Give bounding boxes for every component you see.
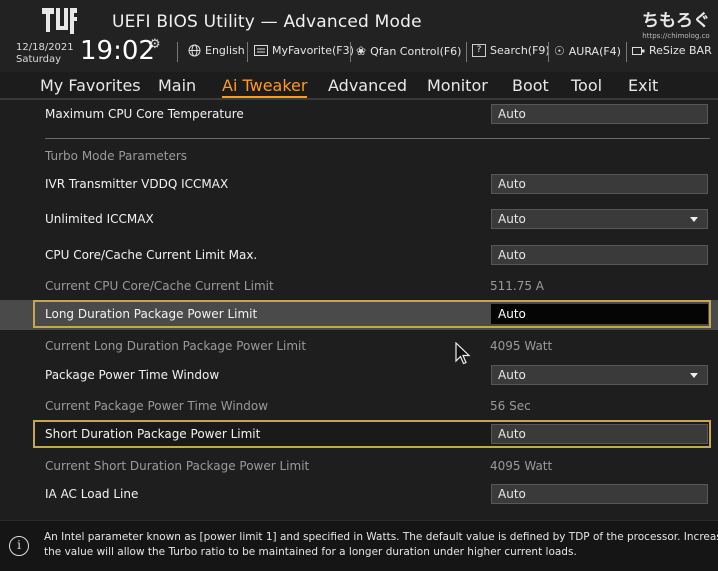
header-bar: UEFI BIOS Utility — Advanced Mode ちもろぐ h… <box>0 0 718 72</box>
tab-exit[interactable]: Exit <box>628 76 658 95</box>
dropdown-value: Auto <box>498 368 526 382</box>
tab-monitor[interactable]: Monitor <box>427 76 488 95</box>
watermark-text: ちもろぐ <box>642 11 710 31</box>
globe-icon <box>188 44 201 57</box>
resize-bar-label: ReSize BAR <box>649 44 712 57</box>
tab-main[interactable]: Main <box>158 76 196 95</box>
clock-settings-icon[interactable]: ⚙ <box>149 37 161 52</box>
setting-label: CPU Core/Cache Current Limit Max. <box>45 248 258 262</box>
readonly-value: 56 Sec <box>490 399 531 413</box>
readonly-value: 4095 Watt <box>490 459 553 473</box>
setting-label: Current Short Duration Package Power Lim… <box>45 459 310 473</box>
help-text-line: An Intel parameter known as [power limit… <box>44 531 718 543</box>
favorite-icon <box>254 45 268 56</box>
core-cache-limit-field[interactable]: Auto <box>491 245 708 265</box>
header-separator <box>466 42 467 62</box>
chevron-down-icon <box>690 217 698 222</box>
setting-ia-ac-load-line[interactable]: IA AC Load Line Auto <box>0 480 718 510</box>
setting-label: Package Power Time Window <box>45 368 220 382</box>
info-icon: i <box>9 536 29 556</box>
help-info-bar: i An Intel parameter known as [power lim… <box>0 520 718 571</box>
watermark: ちもろぐ https://chimolog.co <box>642 6 710 40</box>
help-text-line: the value will allow the Turbo ratio to … <box>44 546 577 558</box>
myfavorite-label: MyFavorite(F3) <box>272 44 354 57</box>
section-divider <box>45 138 710 139</box>
setting-label: IA AC Load Line <box>45 487 139 501</box>
search-icon: ? <box>472 44 486 57</box>
setting-max-cpu-core-temp[interactable]: Maximum CPU Core Temperature Auto <box>0 100 718 130</box>
setting-label: Long Duration Package Power Limit <box>45 307 258 321</box>
setting-label: IVR Transmitter VDDQ ICCMAX <box>45 177 229 191</box>
dropdown-value: Auto <box>498 212 526 226</box>
setting-label: Unlimited ICCMAX <box>45 212 154 226</box>
setting-long-duration-power-limit[interactable]: Long Duration Package Power Limit Auto <box>0 300 718 330</box>
info-current-time-window: Current Package Power Time Window 56 Sec <box>0 392 718 422</box>
tuf-logo-icon <box>42 8 77 34</box>
setting-label: Maximum CPU Core Temperature <box>45 107 244 121</box>
info-current-short-duration: Current Short Duration Package Power Lim… <box>0 452 718 482</box>
header-separator <box>247 42 248 62</box>
info-current-core-cache: Current CPU Core/Cache Current Limit 511… <box>0 272 718 302</box>
clock-time: 19:02 <box>80 36 155 66</box>
setting-ivr-vddq-iccmax[interactable]: IVR Transmitter VDDQ ICCMAX Auto <box>0 170 718 200</box>
tab-ai-tweaker[interactable]: Ai Tweaker <box>222 76 308 98</box>
aura-icon: ☉ <box>554 44 565 58</box>
ia-ac-load-field[interactable]: Auto <box>491 484 708 504</box>
date-display: 12/18/2021 Saturday <box>16 42 74 66</box>
qfan-control-button[interactable]: ❀ Qfan Control(F6) <box>356 44 461 58</box>
resize-bar-icon <box>632 46 645 55</box>
setting-unlimited-iccmax[interactable]: Unlimited ICCMAX Auto <box>0 205 718 235</box>
section-title: Turbo Mode Parameters <box>45 149 188 163</box>
setting-short-duration-power-limit[interactable]: Short Duration Package Power Limit Auto <box>0 420 718 450</box>
fan-icon: ❀ <box>356 44 367 58</box>
app-title: UEFI BIOS Utility — Advanced Mode <box>112 12 422 32</box>
date-text: 12/18/2021 <box>16 42 74 53</box>
language-button[interactable]: English <box>188 44 245 57</box>
aura-label: AURA(F4) <box>568 44 621 58</box>
setting-label: Current Package Power Time Window <box>45 399 269 413</box>
resize-bar-button[interactable]: ReSize BAR <box>632 44 712 57</box>
tab-my-favorites[interactable]: My Favorites <box>40 76 141 95</box>
short-duration-field[interactable]: Auto <box>491 424 708 444</box>
search-label: Search(F9) <box>490 44 550 57</box>
max-core-temp-field[interactable]: Auto <box>491 104 708 124</box>
setting-core-cache-limit[interactable]: CPU Core/Cache Current Limit Max. Auto <box>0 241 718 271</box>
header-separator <box>350 42 351 62</box>
header-separator <box>177 42 178 62</box>
readonly-value: 511.75 A <box>490 279 545 293</box>
info-current-long-duration: Current Long Duration Package Power Limi… <box>0 332 718 362</box>
myfavorite-button[interactable]: MyFavorite(F3) <box>254 44 354 57</box>
watermark-url: https://chimolog.co <box>642 32 710 40</box>
language-label: English <box>205 44 245 57</box>
settings-panel: Maximum CPU Core Temperature Auto Turbo … <box>0 100 718 520</box>
aura-button[interactable]: ☉ AURA(F4) <box>554 44 621 58</box>
tab-boot[interactable]: Boot <box>512 76 549 95</box>
readonly-value: 4095 Watt <box>490 339 553 353</box>
unlimited-iccmax-dropdown[interactable]: Auto <box>491 209 708 229</box>
header-separator <box>548 42 549 62</box>
long-duration-field[interactable]: Auto <box>491 304 708 324</box>
chevron-down-icon <box>690 373 698 378</box>
setting-label: Current Long Duration Package Power Limi… <box>45 339 307 353</box>
time-window-dropdown[interactable]: Auto <box>491 365 708 385</box>
main-tabs: My Favorites Main Ai Tweaker Advanced Mo… <box>0 72 718 100</box>
section-header-turbo: Turbo Mode Parameters <box>0 142 718 172</box>
qfan-label: Qfan Control(F6) <box>370 44 462 58</box>
tab-tool[interactable]: Tool <box>571 76 602 95</box>
header-separator <box>626 42 627 62</box>
day-text: Saturday <box>16 54 62 65</box>
mouse-cursor-icon <box>455 342 471 365</box>
help-text: An Intel parameter known as [power limit… <box>44 530 718 560</box>
ivr-vddq-field[interactable]: Auto <box>491 174 708 194</box>
setting-power-time-window[interactable]: Package Power Time Window Auto <box>0 361 718 391</box>
setting-label: Current CPU Core/Cache Current Limit <box>45 279 274 293</box>
setting-label: Short Duration Package Power Limit <box>45 427 261 441</box>
tab-advanced[interactable]: Advanced <box>328 76 407 95</box>
search-button[interactable]: ? Search(F9) <box>472 44 550 57</box>
